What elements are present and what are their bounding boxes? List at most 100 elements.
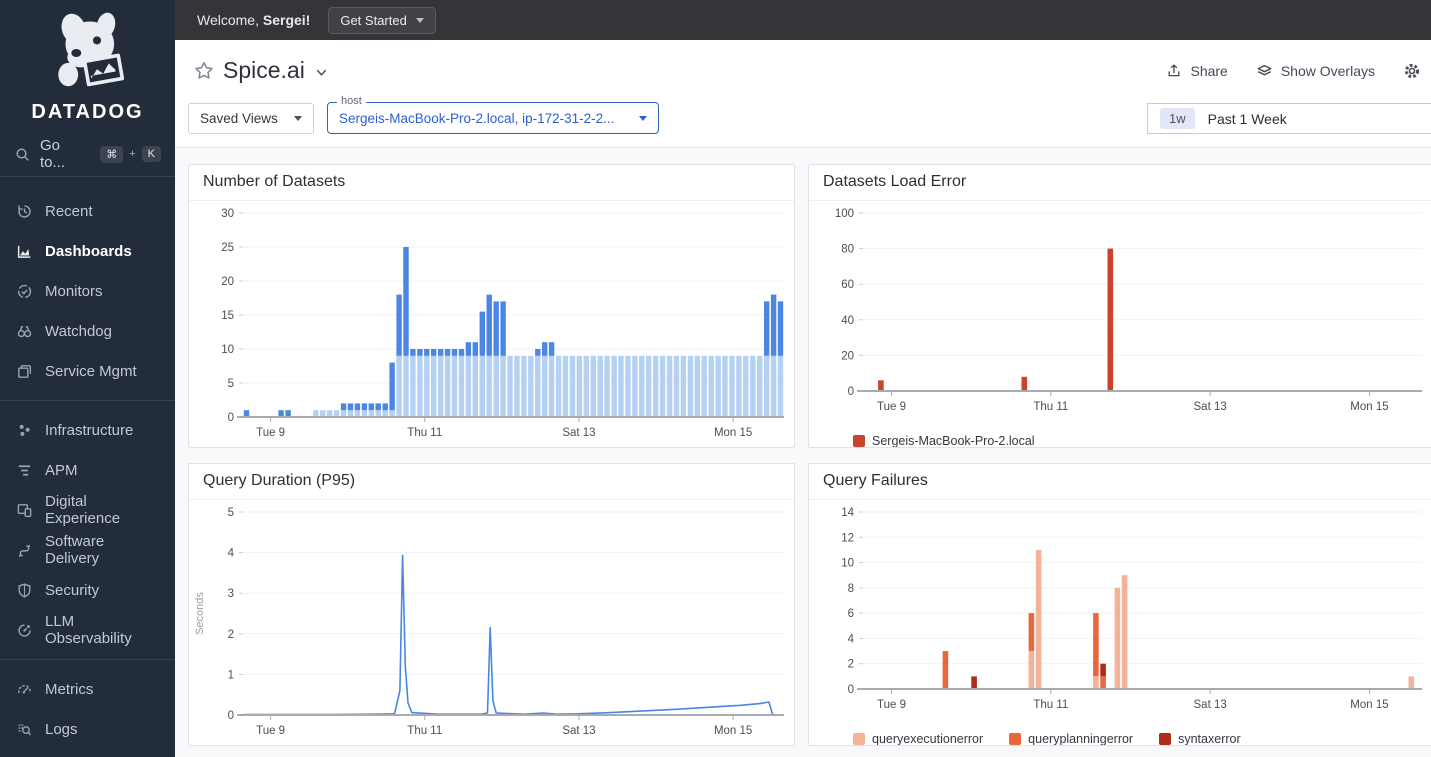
- sidebar-item-label: Service Mgmt: [45, 362, 137, 380]
- shortcut-cmd-key: ⌘: [100, 145, 124, 163]
- legend-swatch: [1009, 732, 1022, 745]
- svg-text:14: 14: [841, 507, 854, 519]
- legend-item[interactable]: Sergeis-MacBook-Pro-2.local: [853, 433, 1035, 448]
- monitors-icon: [16, 283, 33, 300]
- sidebar-item-infrastructure[interactable]: Infrastructure: [0, 410, 175, 450]
- svg-text:3: 3: [228, 588, 234, 600]
- dashboard-canvas: Number of Datasets 0 5 10 15 20 25 30 Tue 9 Thu …: [175, 147, 1431, 757]
- svg-text:30: 30: [221, 208, 234, 220]
- share-upload-icon: [1169, 64, 1180, 77]
- sidebar-item-llm-observability[interactable]: LLM Observability: [0, 610, 175, 650]
- svg-text:Thu 11: Thu 11: [407, 725, 442, 737]
- svg-text:2: 2: [848, 659, 854, 671]
- chart-title: Number of Datasets: [189, 165, 794, 201]
- sidebar-divider: [0, 400, 175, 401]
- sidebar-item-recent[interactable]: Recent: [0, 191, 175, 231]
- title-chevron-down-icon[interactable]: [314, 65, 329, 80]
- time-range-selector[interactable]: 1w Past 1 Week: [1147, 103, 1431, 134]
- svg-text:Mon 15: Mon 15: [714, 725, 752, 737]
- legend-item[interactable]: syntaxerror: [1159, 731, 1241, 746]
- legend-label: Sergeis-MacBook-Pro-2.local: [872, 433, 1035, 448]
- share-button[interactable]: Share: [1166, 63, 1228, 79]
- service-mgmt-icon: [16, 363, 33, 380]
- sidebar-item-service-mgmt[interactable]: Service Mgmt: [0, 351, 175, 391]
- svg-text:Tue 9: Tue 9: [256, 725, 285, 737]
- svg-text:4: 4: [848, 633, 855, 645]
- shortcut-k-key: K: [141, 146, 161, 162]
- settings-gear-icon[interactable]: [1403, 62, 1421, 80]
- svg-text:25: 25: [221, 242, 234, 254]
- datadog-dog-icon: [57, 12, 124, 87]
- svg-text:8: 8: [848, 583, 854, 595]
- watchdog-icon: [16, 323, 33, 340]
- goto-search[interactable]: Go to... ⌘ + K: [0, 132, 175, 177]
- svg-text:0: 0: [848, 684, 854, 696]
- number-of-datasets-chart[interactable]: 0 5 10 15 20 25 30 Tue 9 Thu 11 Sat 13 Mon 15: [189, 201, 794, 447]
- main-content: Spice.ai Share Show Overlays Saved Views…: [175, 40, 1431, 757]
- legend-swatch: [853, 434, 865, 447]
- time-range-label: Past 1 Week: [1207, 110, 1287, 127]
- sidebar-item-label: Software Delivery: [45, 533, 105, 567]
- welcome-text: Welcome, Sergei!: [197, 12, 311, 28]
- sidebar-item-label: Security: [45, 581, 100, 599]
- recent-icon: [16, 203, 33, 220]
- sidebar-item-security[interactable]: Security: [0, 570, 175, 610]
- sidebar-item-software-delivery[interactable]: Software Delivery: [0, 530, 175, 570]
- query-failures-chart[interactable]: 0 2 4 6 8 10 12 14 Tue 9 Thu 11 Sat 13 Mon 15 querye…: [809, 500, 1431, 745]
- svg-text:100: 100: [835, 208, 854, 220]
- page-title: Spice.ai: [223, 57, 305, 83]
- sidebar-nav: Recent Dashboards Monitors Watchdog Service …: [0, 191, 175, 749]
- search-icon: [14, 146, 31, 163]
- security-icon: [16, 582, 33, 599]
- svg-text:Mon 15: Mon 15: [1350, 401, 1388, 413]
- sidebar-item-label: APM: [45, 461, 78, 479]
- saved-views-dropdown[interactable]: Saved Views: [188, 103, 314, 134]
- logs-icon: [16, 721, 33, 738]
- sidebar-divider: [0, 659, 175, 660]
- svg-text:0: 0: [228, 412, 234, 424]
- sidebar-item-logs[interactable]: Logs: [0, 709, 175, 749]
- svg-text:Tue 9: Tue 9: [256, 427, 285, 439]
- svg-text:0: 0: [228, 710, 234, 722]
- svg-text:Mon 15: Mon 15: [714, 427, 752, 439]
- top-strip: Welcome, Sergei! Get Started: [175, 0, 1431, 40]
- software-delivery-icon: [16, 542, 33, 559]
- star-icon[interactable]: [194, 61, 214, 81]
- sidebar-item-monitors[interactable]: Monitors: [0, 271, 175, 311]
- sidebar-item-label: Metrics: [45, 680, 94, 698]
- caret-down-icon: [415, 17, 424, 23]
- host-dropdown[interactable]: host Sergeis-MacBook-Pro-2.local, ip-172…: [327, 95, 659, 134]
- svg-text:1: 1: [228, 669, 234, 681]
- svg-text:5: 5: [228, 507, 234, 519]
- chart-title: Datasets Load Error: [809, 165, 1431, 201]
- infrastructure-icon: [16, 422, 33, 439]
- svg-text:5: 5: [228, 378, 234, 390]
- svg-text:Sat 13: Sat 13: [562, 427, 595, 439]
- sidebar-item-metrics[interactable]: Metrics: [0, 669, 175, 709]
- sidebar-item-watchdog[interactable]: Watchdog: [0, 311, 175, 351]
- sidebar-item-apm[interactable]: APM: [0, 450, 175, 490]
- chart-card-datasets-load-error: Datasets Load Error 0 20 40 60 80 100 Tue 9 Thu…: [808, 164, 1431, 448]
- shortcut-plus: +: [129, 148, 136, 160]
- legend-label: syntaxerror: [1178, 731, 1241, 746]
- svg-text:Thu 11: Thu 11: [407, 427, 442, 439]
- query-duration-chart[interactable]: 0 1 2 3 4 5 Tue 9 Thu 11 Sat 13 Mon 15 Seconds: [189, 500, 794, 745]
- get-started-button[interactable]: Get Started: [328, 6, 436, 34]
- brand-wordmark: DATADOG: [31, 101, 144, 123]
- chart-title: Query Duration (P95): [189, 464, 794, 500]
- host-dropdown-value: Sergeis-MacBook-Pro-2.local, ip-172-31-2…: [339, 110, 615, 126]
- caret-down-icon: [639, 115, 647, 121]
- legend-item[interactable]: queryexecutionerror: [853, 732, 983, 745]
- sidebar-item-dashboards[interactable]: Dashboards: [0, 231, 175, 271]
- show-overlays-button[interactable]: Show Overlays: [1256, 63, 1375, 80]
- svg-text:10: 10: [841, 558, 854, 570]
- legend-item[interactable]: queryplanningerror: [1009, 732, 1133, 745]
- svg-text:0: 0: [848, 386, 854, 398]
- dashboards-icon: [16, 243, 33, 260]
- svg-text:15: 15: [221, 310, 234, 322]
- datasets-load-error-chart[interactable]: 0 20 40 60 80 100 Tue 9 Thu 11 Sat 13 Mon 15 Serge…: [809, 201, 1431, 447]
- sidebar-item-digital-experience[interactable]: Digital Experience: [0, 490, 175, 530]
- chart-title: Query Failures: [809, 464, 1431, 500]
- svg-text:Sat 13: Sat 13: [1194, 401, 1227, 413]
- sidebar-item-label: Dashboards: [45, 242, 132, 260]
